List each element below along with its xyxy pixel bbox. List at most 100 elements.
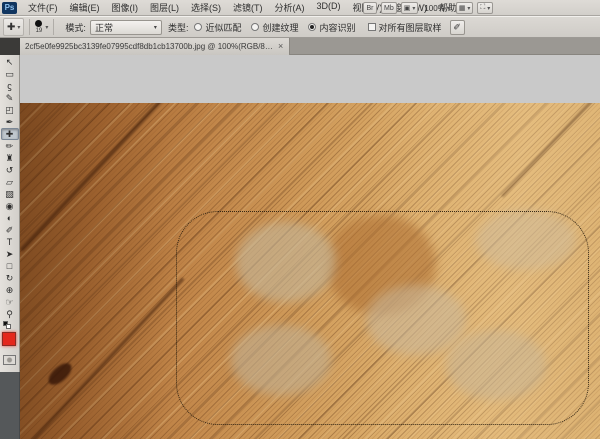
type-tool[interactable]: T — [1, 236, 19, 248]
panel-spacer — [0, 372, 20, 439]
arrange-documents-icon[interactable]: ▦ ▾ — [456, 2, 474, 14]
healing-type-option[interactable]: 创建纹理 — [251, 21, 298, 34]
lasso-tool[interactable]: ϛ — [1, 80, 19, 92]
chevron-down-icon: ▾ — [17, 24, 20, 31]
menu-item[interactable]: 滤镜(T) — [227, 1, 269, 14]
mode-label: 模式: — [65, 21, 86, 34]
brush-tip-icon — [35, 20, 42, 27]
launch-minibridge-icon[interactable]: Mb — [381, 2, 397, 14]
move-tool[interactable]: ↖ — [1, 56, 19, 68]
tool-glyph: ▨ — [5, 190, 14, 199]
tool-glyph: ◉ — [6, 202, 14, 211]
brush-tool[interactable]: ✏ — [1, 140, 19, 152]
rectangular-marquee-tool[interactable]: ▭ — [1, 68, 19, 80]
blend-mode-select[interactable]: 正常 ▾ — [90, 20, 162, 35]
foreground-color-swatch[interactable] — [2, 332, 16, 346]
menu-item[interactable]: 3D(D) — [311, 1, 347, 14]
menu-item[interactable]: 图像(I) — [106, 1, 145, 14]
zoom-level-dropdown[interactable]: 100%▾ — [422, 4, 451, 13]
healing-type-radios: 近似匹配 创建纹理 内容识别 — [194, 21, 355, 34]
quick-selection-tool[interactable]: ✎ — [1, 92, 19, 104]
sample-all-layers-checkbox[interactable]: 对所有图层取样 — [368, 21, 442, 34]
document-tab-bar: 2cf5e0fe9925bc3139fe07995cdf8db1cb13700b… — [0, 38, 600, 55]
clone-stamp-tool[interactable]: ♜ — [1, 152, 19, 164]
path-selection-tool[interactable]: ➤ — [1, 248, 19, 260]
screen-mode-icon[interactable]: ⛶ ▾ — [477, 2, 493, 14]
radio-label: 内容识别 — [319, 21, 355, 34]
photoshop-window: Ps 文件(F)编辑(E)图像(I)图层(L)选择(S)滤镜(T)分析(A)3D… — [0, 0, 600, 439]
chevron-down-icon: ▾ — [467, 5, 470, 12]
tool-glyph: ◰ — [5, 106, 14, 115]
tool-glyph: ✚ — [6, 130, 14, 139]
options-divider — [29, 19, 30, 35]
chevron-down-icon: ▾ — [487, 5, 490, 12]
dodge-tool[interactable]: ◐ — [1, 212, 19, 224]
photoshop-logo: Ps — [2, 2, 17, 14]
rectangle-shape-tool[interactable]: □ — [1, 260, 19, 272]
zoom-tool[interactable]: ⚲ — [1, 308, 19, 320]
document-tab[interactable]: 2cf5e0fe9925bc3139fe07995cdf8db1cb13700b… — [20, 38, 290, 55]
blur-tool[interactable]: ◉ — [1, 200, 19, 212]
tool-glyph: ↖ — [6, 58, 14, 67]
tool-glyph: □ — [7, 262, 12, 271]
blend-mode-value: 正常 — [95, 21, 113, 34]
pen-tool[interactable]: ✐ — [1, 224, 19, 236]
healing-type-option[interactable]: 近似匹配 — [194, 21, 241, 34]
eyedropper-tool[interactable]: ✒ — [1, 116, 19, 128]
document-canvas[interactable] — [20, 55, 600, 439]
wood-texture-image[interactable] — [20, 103, 600, 439]
brush-size-value: 19 — [36, 28, 43, 34]
3d-orbit-tool[interactable]: ⊕ — [1, 284, 19, 296]
menu-bar: Ps 文件(F)编辑(E)图像(I)图层(L)选择(S)滤镜(T)分析(A)3D… — [0, 0, 600, 16]
menubar-shortcut-icons: Br Mb ▣ ▾ 100%▾ ▦ ▾ ⛶ ▾ — [363, 1, 600, 15]
radio-label: 近似匹配 — [205, 21, 241, 34]
tool-glyph: ✏ — [6, 142, 14, 151]
history-brush-tool[interactable]: ↺ — [1, 164, 19, 176]
launch-bridge-icon[interactable]: Br — [363, 2, 377, 14]
radio-icon — [308, 23, 316, 31]
close-icon[interactable]: × — [278, 42, 283, 51]
radio-icon — [194, 23, 202, 31]
current-tool-preset-button[interactable]: ✚ ▾ — [3, 18, 24, 36]
checkbox-label: 对所有图层取样 — [379, 21, 442, 34]
hand-tool[interactable]: ☞ — [1, 296, 19, 308]
spot-healing-brush-tool[interactable]: ✚ — [1, 128, 19, 140]
menu-item[interactable]: 分析(A) — [269, 1, 311, 14]
chevron-down-icon: ▾ — [412, 5, 415, 12]
tool-list: ↖ ▭ ϛ ✎ ◰ ✒ — [0, 55, 19, 320]
tool-glyph: ↻ — [6, 274, 14, 283]
tool-glyph: ✐ — [6, 226, 14, 235]
tool-glyph: ϛ — [7, 82, 12, 91]
tool-glyph: T — [7, 238, 13, 247]
tool-glyph: ♜ — [5, 154, 13, 163]
menu-item[interactable]: 文件(F) — [22, 1, 64, 14]
brush-preset-picker[interactable]: 19 ▾ — [35, 20, 48, 34]
menu-item[interactable]: 编辑(E) — [64, 1, 106, 14]
tool-glyph: ⊕ — [6, 286, 14, 295]
document-title: 2cf5e0fe9925bc3139fe07995cdf8db1cb13700b… — [25, 42, 273, 51]
3d-rotate-tool[interactable]: ↻ — [1, 272, 19, 284]
menu-item[interactable]: 选择(S) — [185, 1, 227, 14]
options-divider — [53, 19, 54, 35]
tool-glyph: ▭ — [5, 70, 14, 79]
arrange-documents-glyph: ▦ — [459, 4, 466, 12]
chevron-down-icon: ▾ — [447, 5, 450, 12]
quick-mask-icon[interactable] — [3, 355, 16, 365]
eraser-tool[interactable]: ▱ — [1, 176, 19, 188]
screen-mode-glyph: ⛶ — [480, 4, 485, 12]
color-swatch-area — [0, 321, 20, 371]
menu-item[interactable]: 图层(L) — [144, 1, 185, 14]
tool-glyph: ↺ — [6, 166, 14, 175]
gradient-tool[interactable]: ▨ — [1, 188, 19, 200]
type-label: 类型: — [168, 21, 189, 34]
tablet-pressure-toggle[interactable]: ✐ — [450, 20, 465, 35]
view-extras-icon[interactable]: ▣ ▾ — [401, 2, 419, 14]
marching-ants-selection[interactable] — [176, 211, 589, 425]
healing-type-option[interactable]: 内容识别 — [308, 21, 355, 34]
tabbar-corner — [0, 38, 20, 55]
tool-glyph: ➤ — [6, 250, 14, 259]
crop-tool[interactable]: ◰ — [1, 104, 19, 116]
tool-glyph: ✎ — [6, 94, 14, 103]
radio-label: 创建纹理 — [262, 21, 298, 34]
zoom-level-value: 100% — [424, 4, 444, 13]
